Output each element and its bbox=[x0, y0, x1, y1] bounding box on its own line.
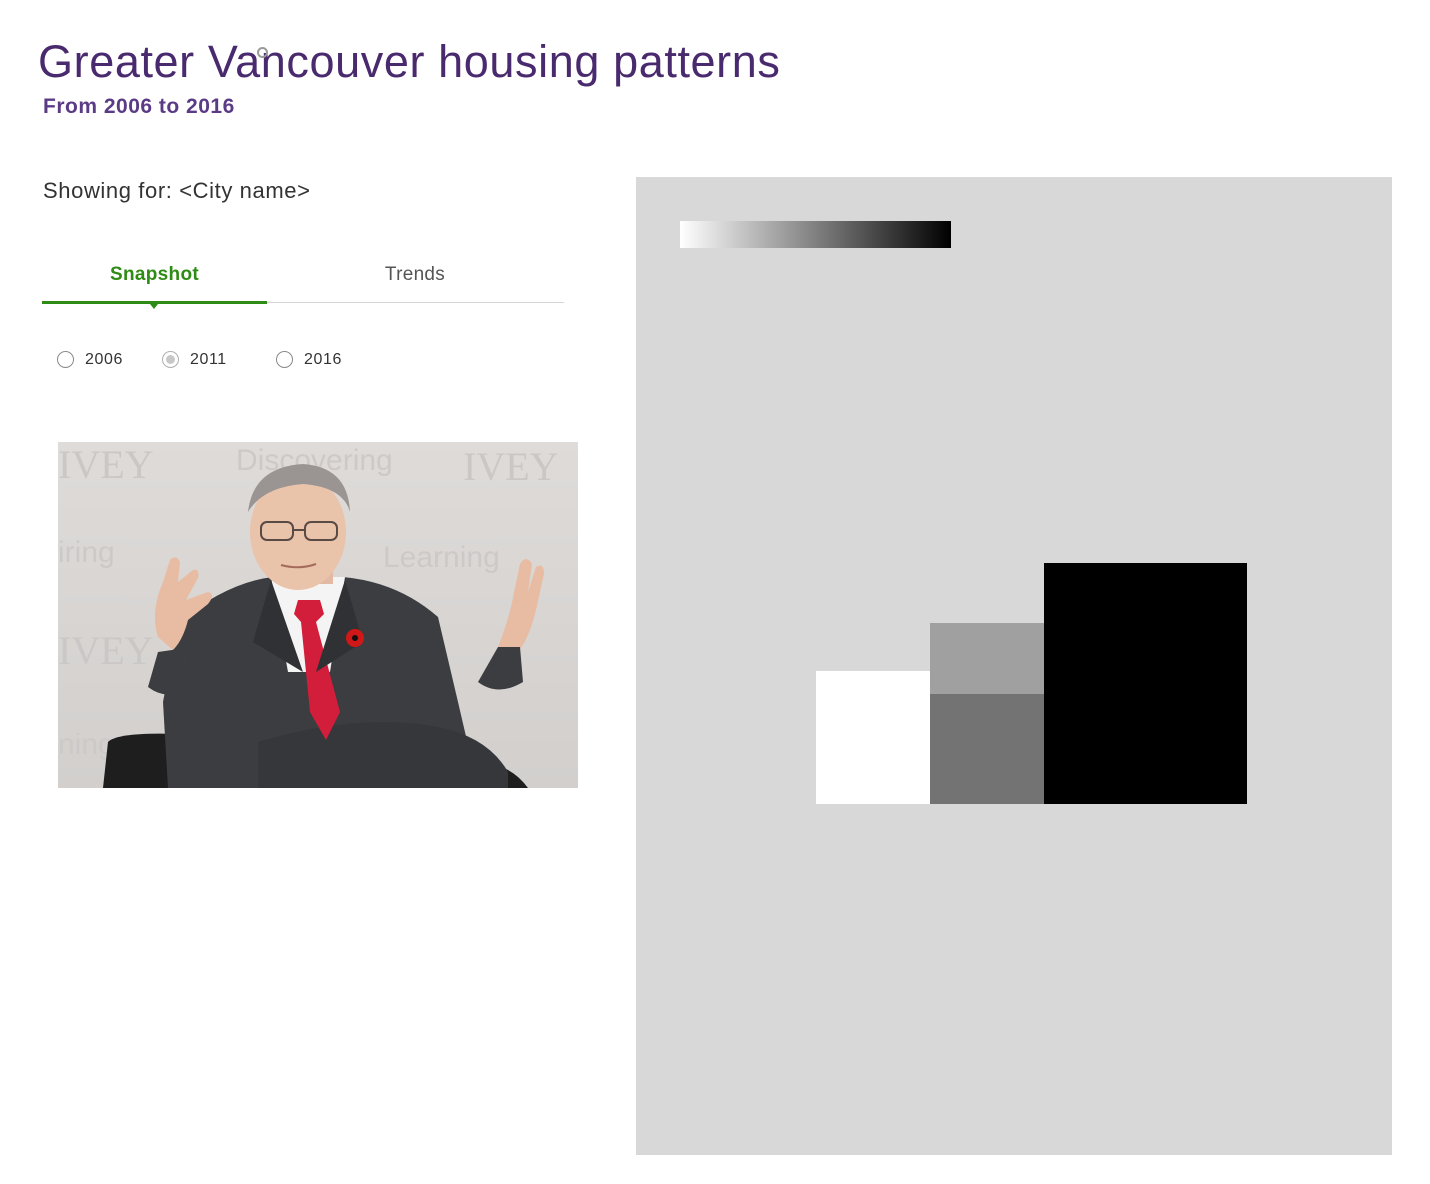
map-panel[interactable] bbox=[636, 177, 1392, 1155]
svg-text:Learning: Learning bbox=[383, 541, 500, 574]
year-option-label: 2011 bbox=[190, 351, 227, 368]
person-photo: IVEY IVEY IVEY Discovering iring Learnin… bbox=[58, 442, 578, 788]
page-subtitle: From 2006 to 2016 bbox=[43, 95, 235, 118]
svg-text:iring: iring bbox=[58, 536, 115, 569]
svg-text:IVEY: IVEY bbox=[58, 442, 154, 487]
map-area-light-gray[interactable] bbox=[930, 623, 1044, 694]
svg-text:ning: ning bbox=[58, 728, 115, 761]
map-area-black[interactable] bbox=[1044, 563, 1247, 804]
showing-for-label: Showing for: <City name> bbox=[43, 178, 311, 203]
map-canvas[interactable] bbox=[636, 177, 1392, 1155]
tab-snapshot[interactable]: Snapshot bbox=[42, 252, 267, 302]
person-photo-illustration: IVEY IVEY IVEY Discovering iring Learnin… bbox=[58, 442, 578, 788]
radio-button-selected-icon[interactable] bbox=[162, 351, 179, 368]
tab-bar: Snapshot Trends bbox=[42, 252, 564, 309]
map-area-white[interactable] bbox=[816, 671, 930, 804]
tab-trends[interactable]: Trends bbox=[302, 252, 528, 302]
radio-button-icon[interactable] bbox=[57, 351, 74, 368]
map-area-mid-gray[interactable] bbox=[930, 694, 1044, 804]
radio-button-icon[interactable] bbox=[276, 351, 293, 368]
svg-text:IVEY: IVEY bbox=[463, 444, 559, 489]
cursor-ring-icon bbox=[257, 47, 268, 58]
year-option-label: 2016 bbox=[304, 351, 342, 368]
page-title: Greater Vancouver housing patterns bbox=[38, 36, 781, 87]
svg-text:IVEY: IVEY bbox=[58, 628, 154, 673]
active-tab-caret-icon bbox=[150, 304, 158, 309]
year-option-label: 2006 bbox=[85, 351, 123, 368]
